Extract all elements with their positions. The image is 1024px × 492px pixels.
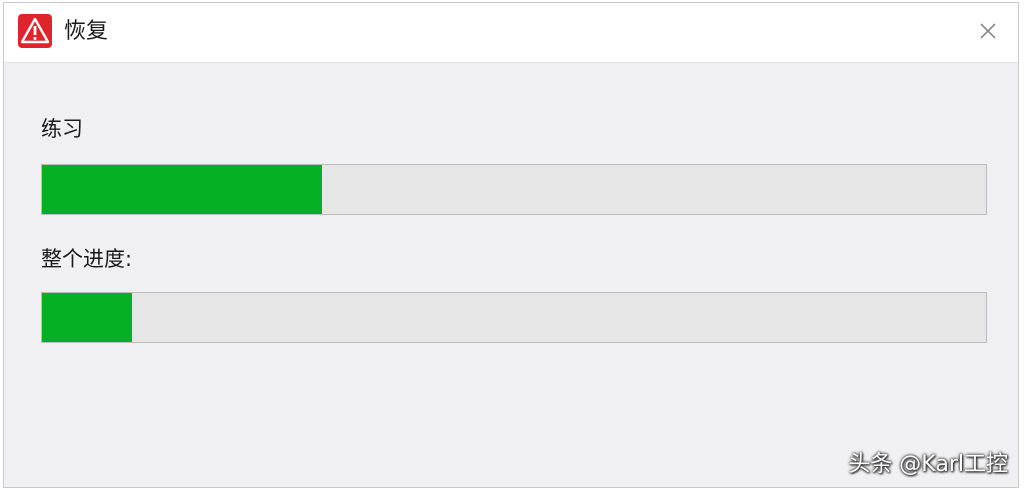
- title-bar[interactable]: 恢复: [4, 3, 1018, 63]
- overall-progress-fill: [42, 293, 132, 342]
- overall-progress-bar: [41, 292, 987, 343]
- task-progress-bar: [41, 164, 987, 215]
- window-title: 恢复: [64, 19, 109, 44]
- watermark-text: 头条 @Karl工控: [848, 452, 1008, 477]
- task-progress-fill: [42, 165, 323, 214]
- task-progress-label: 练习: [41, 117, 83, 141]
- close-icon[interactable]: [972, 15, 1004, 47]
- warning-triangle-icon: [18, 14, 52, 48]
- restore-dialog: 恢复 练习 整个进度:: [3, 2, 1019, 488]
- overall-progress-label: 整个进度:: [41, 247, 133, 271]
